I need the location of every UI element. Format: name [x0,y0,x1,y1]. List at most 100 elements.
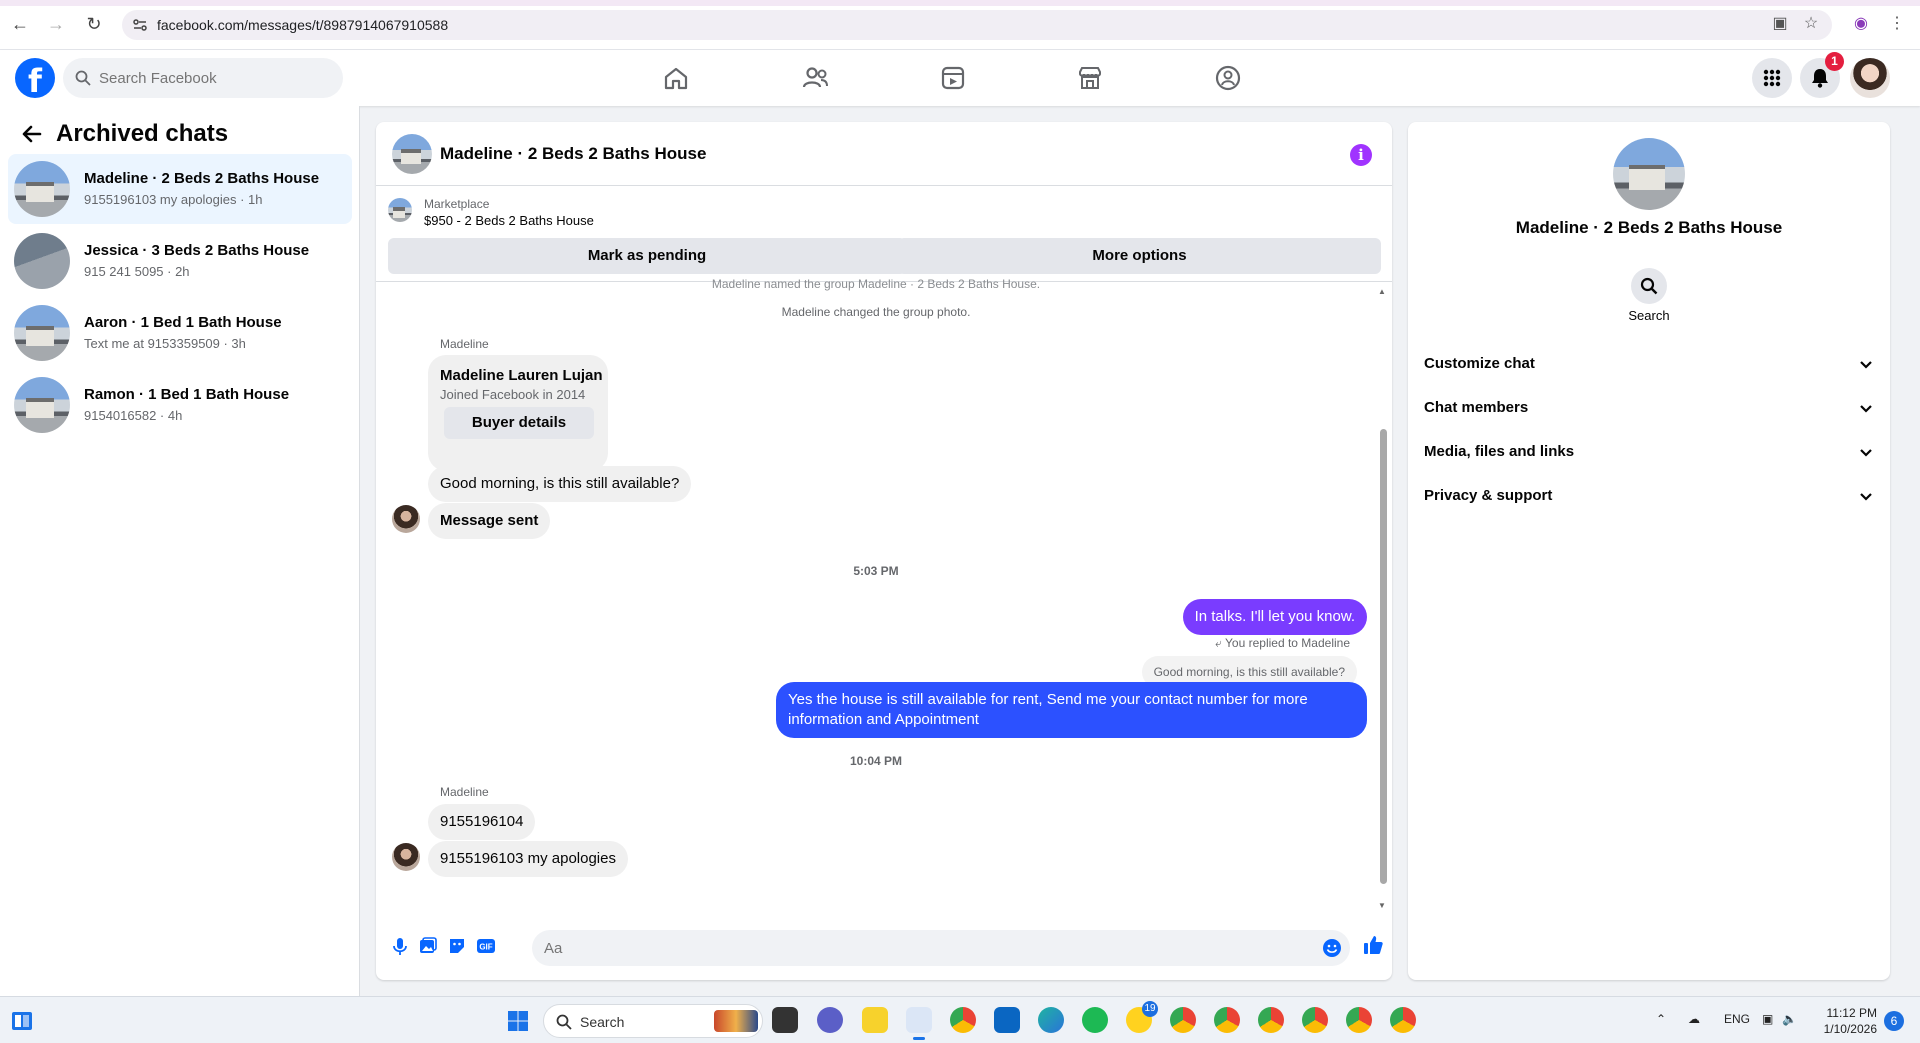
address-bar[interactable]: facebook.com/messages/t/8987914067910588 [122,10,1832,40]
scroll-thumb[interactable] [1380,429,1387,884]
chrome-icon[interactable] [950,1007,976,1033]
reply-icon: ⤶ [1215,636,1226,650]
scroll-down-icon[interactable]: ▼ [1378,901,1386,910]
clock[interactable]: 11:12 PM 1/10/2026 [1815,1005,1877,1037]
buyer-details-button[interactable]: Buyer details [444,407,594,439]
emoji-icon[interactable] [1322,938,1342,958]
search-icon [1640,277,1658,295]
chrome-profile-icon[interactable] [1346,1007,1372,1033]
chrome-profile-icon[interactable] [1170,1007,1196,1033]
section-customize-chat[interactable]: Customize chat [1424,346,1874,382]
menu-grid-button[interactable] [1752,58,1792,98]
cloud-offline-icon[interactable]: ☁ [1688,1012,1700,1026]
system-message: Madeline changed the group photo. [781,305,971,319]
search-input[interactable] [99,68,329,88]
spotify-icon[interactable] [1082,1007,1108,1033]
reload-icon[interactable]: ↻ [84,14,104,34]
chrome-profile-icon[interactable] [1302,1007,1328,1033]
marketplace-icon[interactable] [1072,60,1108,96]
message-input[interactable] [544,938,1304,958]
section-label: Privacy & support [1424,487,1553,504]
section-privacy-support[interactable]: Privacy & support [1424,478,1874,514]
outgoing-message[interactable]: In talks. I'll let you know. [1182,599,1367,635]
chat-list-item[interactable]: Madeline · 2 Beds 2 Baths House 91551961… [8,154,352,224]
chevron-up-icon[interactable]: ⌃ [1656,1012,1666,1026]
chat-list-item[interactable]: Aaron · 1 Bed 1 Bath House Text me at 91… [8,298,352,368]
chat-preview: 915 241 5095 · 2h [84,264,190,279]
facebook-logo-icon[interactable]: f [15,58,55,98]
scroll-up-icon[interactable]: ▲ [1378,287,1386,296]
teams-icon[interactable] [817,1007,843,1033]
gif-icon[interactable]: GIF [476,936,496,956]
notification-count[interactable]: 6 [1884,1011,1904,1031]
chrome-profile-icon[interactable] [1214,1007,1240,1033]
groups-icon[interactable] [1210,60,1246,96]
info-icon[interactable]: i [1350,144,1372,166]
chat-preview: Text me at 9153359509 · 3h [84,336,246,351]
search-in-chat-button[interactable] [1631,268,1667,304]
clock-date: 1/10/2026 [1823,1022,1877,1036]
sticker-icon[interactable] [447,936,467,956]
home-icon[interactable] [658,60,694,96]
task-view-icon[interactable] [772,1007,798,1033]
message-list: Madeline named the group Madeline · 2 Be… [376,277,1392,913]
chat-list-item[interactable]: Ramon · 1 Bed 1 Bath House 9154016582 · … [8,370,352,440]
listing-thumbnail[interactable] [388,198,412,222]
network-icon[interactable]: ▣ [1762,1012,1773,1026]
edge-icon[interactable] [1038,1007,1064,1033]
mark-as-pending-button[interactable]: Mark as pending [388,238,906,274]
listing-thumbnail [14,161,70,217]
friends-icon[interactable] [797,60,833,96]
marketplace-label: Marketplace [424,197,490,211]
chat-preview: 9154016582 · 4h [84,408,183,423]
conversation-avatar[interactable] [392,134,432,174]
profile-icon[interactable]: ◉ [1851,14,1871,34]
incoming-message[interactable]: Good morning, is this still available? [428,466,692,502]
clock-time: 11:12 PM [1826,1006,1877,1020]
chrome-profile-icon[interactable] [1390,1007,1416,1033]
snipping-tool-icon[interactable] [906,1007,932,1040]
video-icon[interactable] [935,60,971,96]
message-scrollbar[interactable]: ▲ ▼ [1378,287,1388,911]
archived-chats-panel: Archived chats Madeline · 2 Beds 2 Baths… [0,106,360,996]
chat-list-item[interactable]: Jessica · 3 Beds 2 Baths House 915 241 5… [8,226,352,296]
conversation-title[interactable]: Madeline · 2 Beds 2 Baths House [440,144,706,164]
back-icon[interactable]: ← [10,14,30,34]
incoming-message[interactable]: 9155196103 my apologies [428,841,628,877]
back-arrow-icon[interactable] [20,122,44,146]
section-chat-members[interactable]: Chat members [1424,390,1874,426]
photo-icon[interactable] [418,936,438,956]
bookmark-star-icon[interactable]: ☆ [1801,14,1821,34]
buyer-name: Madeline Lauren Lujan [440,367,603,384]
install-app-icon[interactable]: ▣ [1770,14,1790,34]
section-media-files-links[interactable]: Media, files and links [1424,434,1874,470]
message-input-box[interactable] [532,930,1350,966]
search-icon [556,1014,572,1030]
outgoing-message[interactable]: Yes the house is still available for ren… [776,682,1367,738]
facebook-search[interactable] [63,58,343,98]
language-indicator[interactable]: ENG [1724,1012,1750,1026]
sender-avatar[interactable] [392,505,420,533]
volume-icon[interactable]: 🔈 [1782,1012,1797,1026]
account-avatar[interactable] [1850,58,1890,98]
incoming-message[interactable]: Message sent [428,503,551,539]
incoming-message[interactable]: 9155196104 [428,804,536,840]
thumbs-up-icon[interactable] [1362,934,1384,956]
microphone-icon[interactable] [390,936,410,956]
listing-title[interactable]: $950 - 2 Beds 2 Baths House [424,213,594,228]
browser-menu-icon[interactable]: ⋮ [1887,14,1907,34]
forward-icon[interactable]: → [46,14,66,34]
more-options-button[interactable]: More options [898,238,1381,274]
sender-avatar[interactable] [392,843,420,871]
linkedin-icon[interactable] [994,1007,1020,1033]
windows-start-icon[interactable] [506,1009,530,1033]
site-info-icon[interactable] [132,17,148,33]
snapchat-icon[interactable]: 19 [1126,1001,1158,1033]
sticky-notes-icon[interactable] [862,1007,888,1033]
conversation-photo[interactable] [1613,138,1685,210]
chrome-profile-icon[interactable] [1258,1007,1284,1033]
taskbar-search[interactable]: Search [543,1004,763,1038]
widgets-icon[interactable] [10,1009,34,1033]
notifications-button[interactable]: 1 [1800,52,1844,98]
buyer-joined: Joined Facebook in 2014 [440,387,586,402]
